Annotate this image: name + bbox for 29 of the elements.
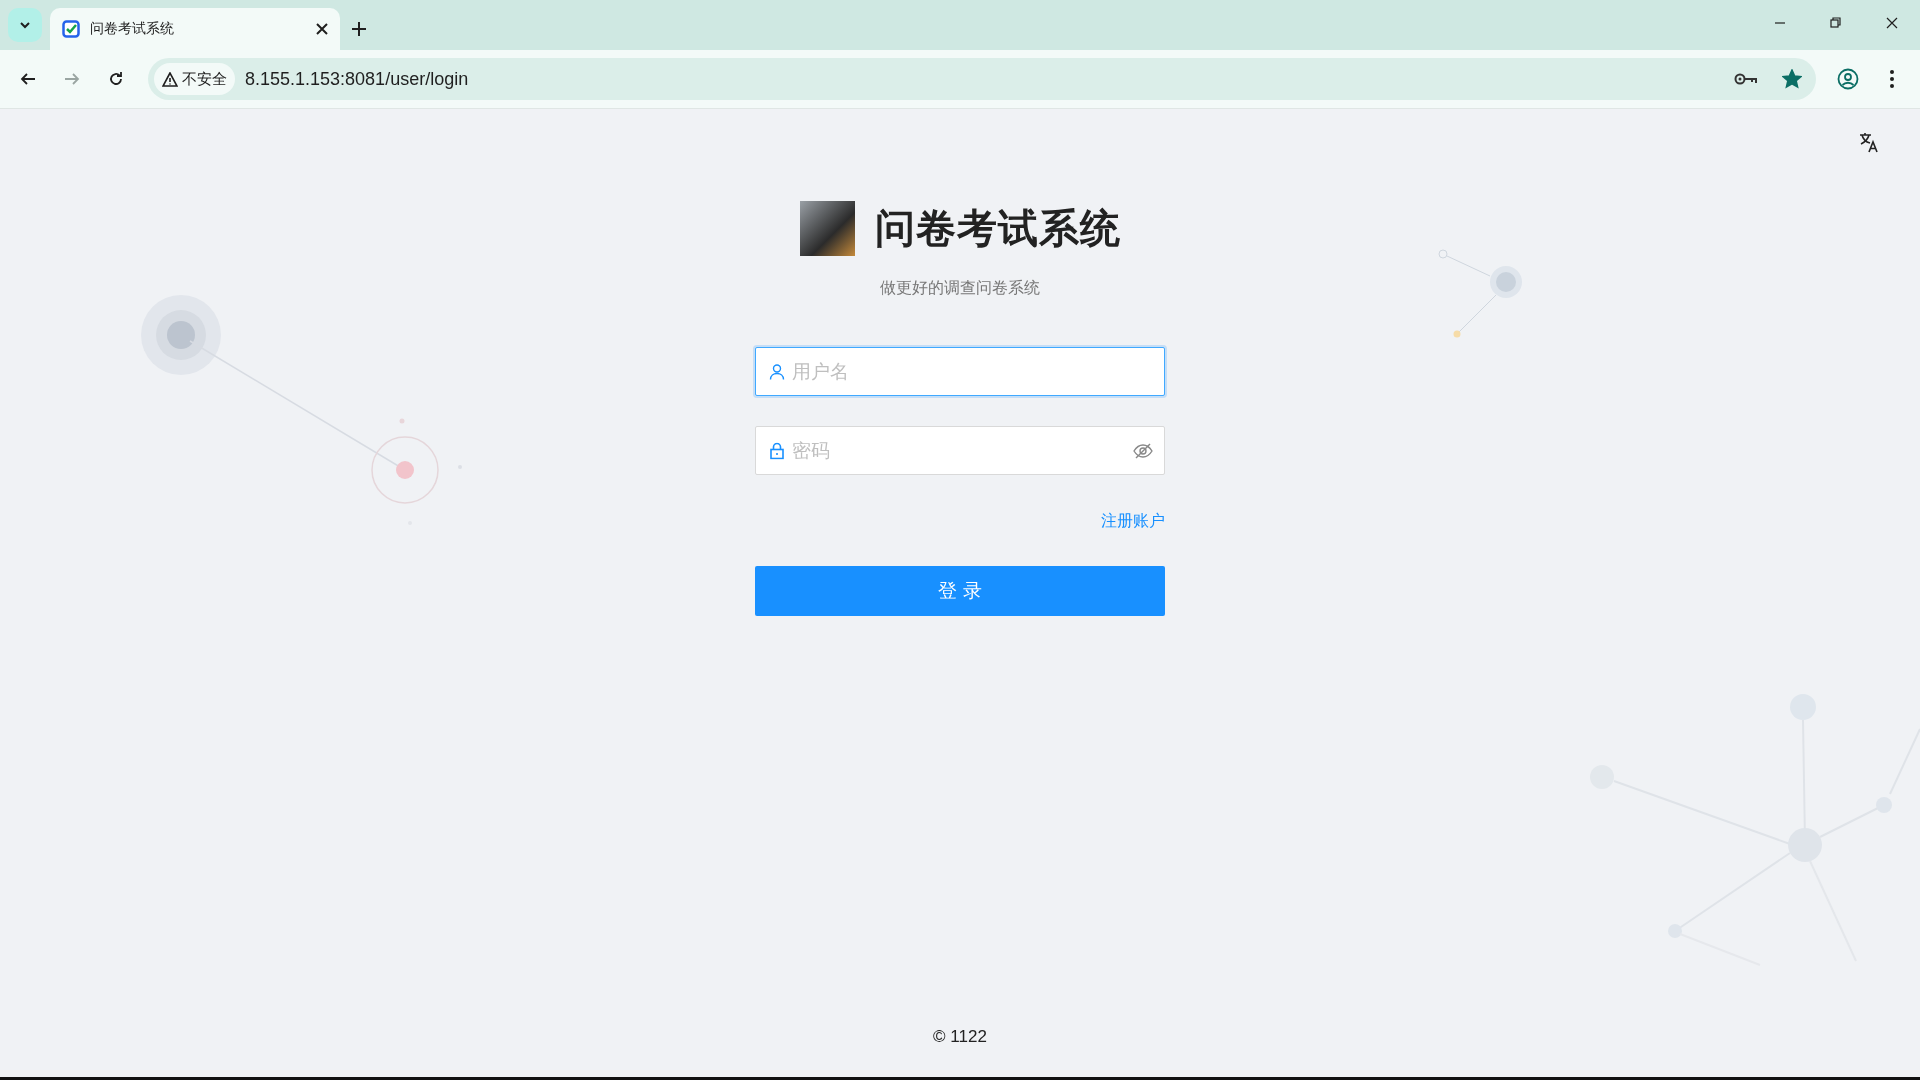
checkbox-icon xyxy=(62,20,80,38)
warning-icon xyxy=(162,71,178,87)
close-tab-button[interactable] xyxy=(316,23,328,35)
username-field[interactable]: 用户名 xyxy=(755,347,1165,396)
app-subtitle: 做更好的调查问卷系统 xyxy=(880,278,1040,298)
reload-icon xyxy=(108,71,124,87)
browser-tab[interactable]: 问卷考试系统 xyxy=(50,8,340,50)
address-bar[interactable]: 不安全 8.155.1.153:8081/user/login xyxy=(148,58,1816,100)
tab-search-button[interactable] xyxy=(8,8,42,42)
security-chip[interactable]: 不安全 xyxy=(154,63,235,95)
plus-icon xyxy=(352,22,366,36)
key-icon xyxy=(1734,72,1758,86)
eye-slash-icon[interactable] xyxy=(1133,442,1153,459)
url-text: 8.155.1.153:8081/user/login xyxy=(245,68,470,90)
close-icon xyxy=(316,23,328,35)
back-arrow-icon xyxy=(20,71,36,87)
forward-arrow-icon xyxy=(64,71,80,87)
restore-icon xyxy=(1830,17,1842,29)
tab-title: 问卷考试系统 xyxy=(90,20,175,38)
profile-icon xyxy=(1837,68,1859,90)
translate-icon xyxy=(1858,131,1880,153)
password-field[interactable]: 密码 xyxy=(755,426,1165,475)
more-vertical-icon xyxy=(1890,70,1894,88)
close-icon xyxy=(1886,17,1898,29)
user-icon xyxy=(769,363,785,380)
lock-icon xyxy=(769,442,785,459)
copyright-text: © 1122 xyxy=(933,1027,987,1047)
logo-photo-placeholder xyxy=(799,201,855,256)
app-title: 问卷考试系统 xyxy=(874,204,1121,253)
